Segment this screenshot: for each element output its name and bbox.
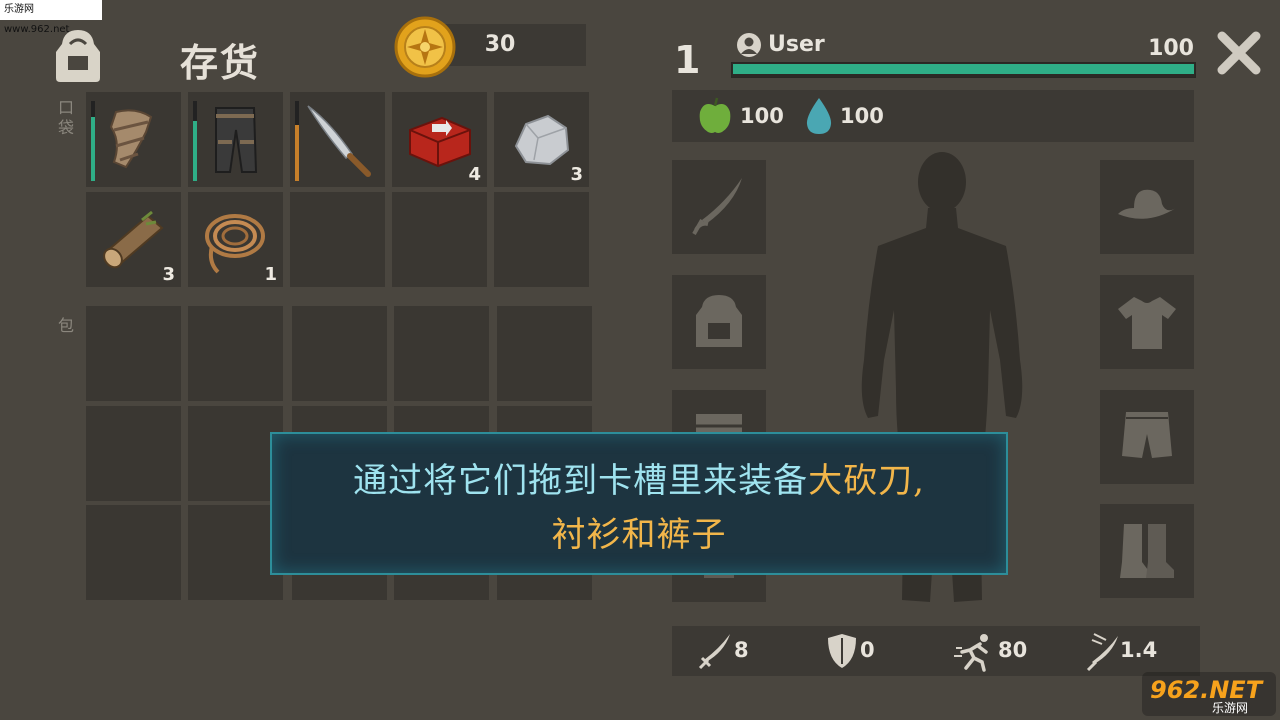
durability-bar xyxy=(193,101,197,181)
player-level: 1 xyxy=(674,38,701,82)
bag-slot[interactable] xyxy=(188,505,283,600)
tooltip-text: 通过将它们拖到卡槽里来装备 xyxy=(353,461,809,501)
item-count: 1 xyxy=(264,264,277,285)
health-value: 100 xyxy=(1148,36,1194,61)
health-bar-fill xyxy=(733,64,1194,74)
running-icon xyxy=(954,634,988,672)
water-drop-icon xyxy=(806,98,832,134)
stone-icon xyxy=(514,114,570,166)
item-count: 4 xyxy=(468,164,481,185)
boots-slot[interactable] xyxy=(1100,504,1194,598)
weapon-slot[interactable] xyxy=(672,160,766,254)
shield-icon xyxy=(828,634,856,668)
pocket-label: 口袋 xyxy=(57,98,74,137)
bag-label: 包 xyxy=(57,316,74,335)
damage-icon xyxy=(698,634,730,670)
backpack-icon[interactable] xyxy=(46,22,110,86)
pocket-slot-8[interactable] xyxy=(290,192,385,287)
tooltip-comma: , xyxy=(913,461,925,501)
pocket-slot-7[interactable]: 1 xyxy=(188,192,283,287)
item-count: 3 xyxy=(162,264,175,285)
pocket-slot-5[interactable]: 3 xyxy=(494,92,589,187)
hat-slot[interactable] xyxy=(1100,160,1194,254)
item-count: 3 xyxy=(570,164,583,185)
shorts-icon xyxy=(1122,412,1172,458)
shirt-slot[interactable] xyxy=(1100,275,1194,369)
backpack-slot[interactable] xyxy=(672,275,766,369)
armor-value: 0 xyxy=(860,638,875,662)
inventory-title: 存货 xyxy=(180,41,261,85)
pocket-slot-9[interactable] xyxy=(392,192,487,287)
machete-icon xyxy=(307,105,371,177)
hat-icon xyxy=(1118,189,1176,219)
pocket-slot-1[interactable] xyxy=(86,92,181,187)
bag-slot[interactable] xyxy=(86,406,181,501)
bag-slot[interactable] xyxy=(497,306,592,401)
pants-icon xyxy=(215,107,258,173)
pocket-slot-3[interactable] xyxy=(290,92,385,187)
tooltip-highlight-machete: 大砍刀 xyxy=(808,461,914,501)
pocket-slot-4[interactable]: 4 xyxy=(392,92,487,187)
watermark-top: 乐游网 www.962.net xyxy=(0,0,102,35)
attack-speed-icon xyxy=(1086,633,1118,672)
bag-slot[interactable] xyxy=(292,306,387,401)
bandage-armor-icon xyxy=(109,109,153,169)
tooltip-highlight-clothes: 衬衫和裤子 xyxy=(551,515,727,555)
bag-slot[interactable] xyxy=(394,306,489,401)
durability-bar xyxy=(91,101,95,181)
boots-icon xyxy=(1120,524,1174,578)
backpack-slot-icon xyxy=(696,295,742,347)
pocket-slot-6[interactable]: 3 xyxy=(86,192,181,287)
coin-value: 30 xyxy=(484,32,516,57)
wood-log-icon xyxy=(103,210,164,269)
rope-icon xyxy=(205,214,265,274)
watermark-logo: 962.NET 乐游网 xyxy=(1142,672,1276,716)
durability-bar xyxy=(295,101,299,181)
damage-value: 8 xyxy=(734,638,749,662)
health-bar xyxy=(731,62,1196,78)
tutorial-tooltip[interactable]: 通过将它们拖到卡槽里来装备大砍刀, 衬衫和裤子 xyxy=(270,432,1008,575)
watermark-logo-text: 962.NET xyxy=(1150,676,1264,704)
pocket-slot-10[interactable] xyxy=(494,192,589,287)
pants-slot[interactable] xyxy=(1100,390,1194,484)
bag-slot[interactable] xyxy=(86,505,181,600)
bag-slot[interactable] xyxy=(188,306,283,401)
bag-slot[interactable] xyxy=(86,306,181,401)
bag-slot[interactable] xyxy=(188,406,283,501)
watermark-logo-sub: 乐游网 xyxy=(1212,701,1248,715)
shirt-icon xyxy=(1118,297,1176,349)
pocket-slot-2[interactable] xyxy=(188,92,283,187)
username: User xyxy=(768,32,825,57)
medkit-icon xyxy=(409,116,471,168)
water-value: 100 xyxy=(840,104,884,128)
food-value: 100 xyxy=(740,104,784,128)
speed-value: 80 xyxy=(998,638,1028,662)
close-icon[interactable] xyxy=(1212,26,1266,80)
sword-icon xyxy=(692,178,742,235)
apple-icon xyxy=(699,97,731,133)
attack-speed-value: 1.4 xyxy=(1120,638,1158,662)
user-icon xyxy=(737,33,761,57)
